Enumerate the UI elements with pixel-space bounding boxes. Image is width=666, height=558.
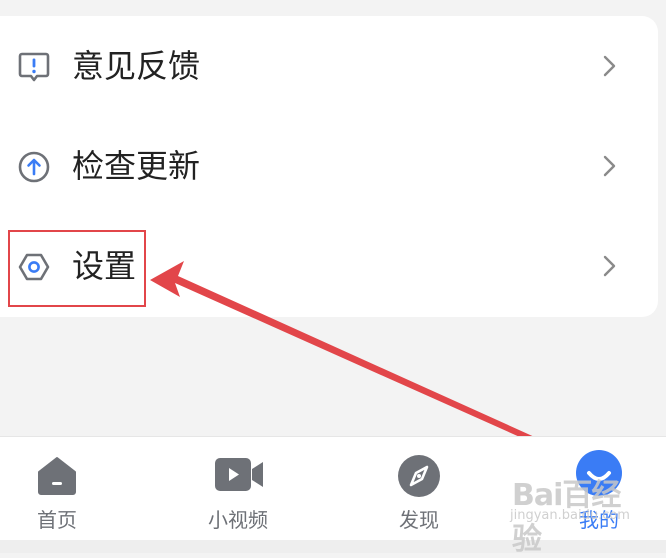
watermark-url: jingyan.baidu.com bbox=[510, 508, 630, 523]
tab-label: 发现 bbox=[399, 508, 439, 532]
menu-item-label: 检查更新 bbox=[72, 147, 201, 185]
feedback-icon bbox=[17, 50, 51, 84]
chevron-right-icon bbox=[600, 152, 620, 180]
menu-item-feedback[interactable]: 意见反馈 bbox=[0, 16, 658, 116]
home-icon bbox=[36, 454, 78, 496]
menu-item-label: 意见反馈 bbox=[72, 47, 201, 85]
menu-item-check-update[interactable]: 检查更新 bbox=[0, 116, 658, 216]
tab-discover[interactable]: 发现 bbox=[359, 437, 479, 541]
video-icon bbox=[214, 454, 266, 496]
compass-icon bbox=[397, 454, 440, 497]
tab-label: 首页 bbox=[37, 508, 77, 532]
tab-home[interactable]: 首页 bbox=[0, 437, 117, 541]
tab-label: 小视频 bbox=[208, 508, 268, 532]
tab-short-video[interactable]: 小视频 bbox=[178, 437, 298, 541]
chevron-right-icon bbox=[600, 52, 620, 80]
chevron-right-icon bbox=[600, 252, 620, 280]
watermark: Bai百经验 jingyan.baidu.com bbox=[508, 470, 638, 557]
update-icon bbox=[17, 150, 51, 184]
highlight-box bbox=[8, 230, 146, 307]
